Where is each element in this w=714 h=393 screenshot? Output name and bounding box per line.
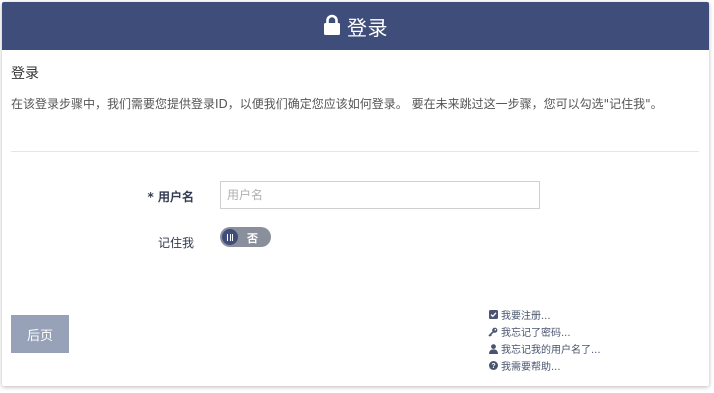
toggle-knob [222,229,238,245]
link-forgot-username[interactable]: 我忘记我的用户名了... [488,340,601,357]
header-bar: 登录 [2,2,709,50]
divider [11,151,699,152]
link-forgot-password[interactable]: 我忘记了密码... [488,323,601,340]
header-title: 登录 [347,15,388,40]
svg-text:?: ? [491,363,495,370]
username-label: * 用户名 [112,188,194,205]
link-register[interactable]: 我要注册... [488,306,601,323]
remember-me-toggle[interactable]: 否 [220,227,271,247]
link-register-label: 我要注册... [501,311,551,322]
lock-icon [323,14,341,36]
toggle-state-label: 否 [247,232,258,245]
question-circle-icon: ? [488,361,498,371]
section-title: 登录 [11,66,39,82]
user-icon [488,343,498,354]
login-description: 在该登录步骤中，我们需要您提供登录ID，以便我们确定您应该如何登录。 要在未来跳… [11,97,663,111]
link-forgot-username-label: 我忘记我的用户名了... [501,345,601,356]
link-need-help[interactable]: ? 我需要帮助... [488,357,601,374]
username-input[interactable] [220,181,540,209]
help-links: 我要注册... 我忘记了密码... 我忘记我的用户名了... ? 我需要帮助..… [488,306,601,374]
link-need-help-label: 我需要帮助... [501,362,561,373]
key-icon [488,327,498,337]
username-label-text: 用户名 [157,190,194,204]
link-forgot-password-label: 我忘记了密码... [501,328,571,339]
back-button[interactable]: 后页 [11,315,69,353]
remember-me-label: 记住我 [157,236,194,250]
required-mark: * [147,190,154,204]
login-card: 登录 登录 在该登录步骤中，我们需要您提供登录ID，以便我们确定您应该如何登录。… [2,2,709,386]
check-square-icon [488,310,498,320]
